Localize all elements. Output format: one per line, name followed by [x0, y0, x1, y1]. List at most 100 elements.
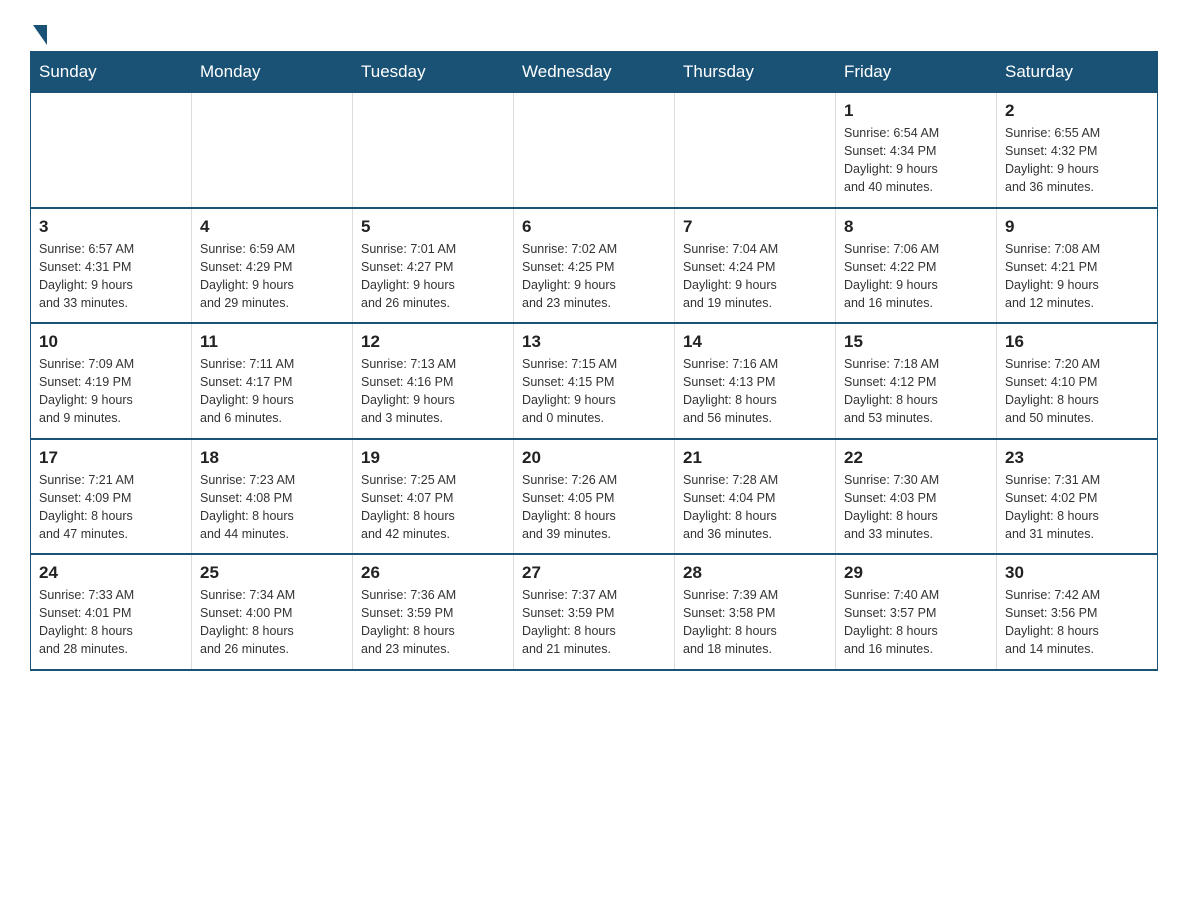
calendar-cell: 18 Sunrise: 7:23 AM Sunset: 4:08 PM Dayli…: [192, 439, 353, 555]
calendar-cell: 30Sunrise: 7:42 AM Sunset: 3:56 PM Dayli…: [997, 554, 1158, 670]
calendar-cell: 12 Sunrise: 7:13 AM Sunset: 4:16 PM Dayli…: [353, 323, 514, 439]
day-info: Sunrise: 7:04 AM Sunset: 4:24 PM Dayligh…: [683, 240, 827, 313]
day-info: Sunrise: 7:16 AM Sunset: 4:13 PM Dayligh…: [683, 355, 827, 428]
calendar-cell: 25Sunrise: 7:34 AM Sunset: 4:00 PM Dayli…: [192, 554, 353, 670]
day-number: 17: [39, 448, 183, 468]
day-number: 9: [1005, 217, 1149, 237]
logo-arrow-icon: [33, 25, 47, 45]
day-number: 25: [200, 563, 344, 583]
day-number: 10: [39, 332, 183, 352]
calendar-cell: 27 Sunrise: 7:37 AM Sunset: 3:59 PM Dayli…: [514, 554, 675, 670]
calendar-cell: [353, 93, 514, 208]
logo: [30, 20, 47, 41]
calendar-cell: 8 Sunrise: 7:06 AM Sunset: 4:22 PM Daylig…: [836, 208, 997, 324]
day-number: 13: [522, 332, 666, 352]
day-info: Sunrise: 7:13 AM Sunset: 4:16 PM Dayligh…: [361, 355, 505, 428]
day-number: 4: [200, 217, 344, 237]
header-wednesday: Wednesday: [514, 52, 675, 93]
day-number: 29: [844, 563, 988, 583]
calendar-cell: 15 Sunrise: 7:18 AM Sunset: 4:12 PM Dayli…: [836, 323, 997, 439]
day-number: 27: [522, 563, 666, 583]
day-number: 5: [361, 217, 505, 237]
calendar-table: Sunday Monday Tuesday Wednesday Thursday…: [30, 51, 1158, 671]
day-info: Sunrise: 7:25 AM Sunset: 4:07 PM Dayligh…: [361, 471, 505, 544]
calendar-cell: 11 Sunrise: 7:11 AM Sunset: 4:17 PM Dayli…: [192, 323, 353, 439]
calendar-week-row: 24Sunrise: 7:33 AM Sunset: 4:01 PM Dayli…: [31, 554, 1158, 670]
calendar-cell: 24Sunrise: 7:33 AM Sunset: 4:01 PM Dayli…: [31, 554, 192, 670]
day-number: 28: [683, 563, 827, 583]
day-info: Sunrise: 7:36 AM Sunset: 3:59 PM Dayligh…: [361, 586, 505, 659]
day-number: 30: [1005, 563, 1149, 583]
header-sunday: Sunday: [31, 52, 192, 93]
calendar-cell: 14 Sunrise: 7:16 AM Sunset: 4:13 PM Dayli…: [675, 323, 836, 439]
day-number: 2: [1005, 101, 1149, 121]
day-number: 7: [683, 217, 827, 237]
day-number: 15: [844, 332, 988, 352]
weekday-header-row: Sunday Monday Tuesday Wednesday Thursday…: [31, 52, 1158, 93]
day-info: Sunrise: 7:08 AM Sunset: 4:21 PM Dayligh…: [1005, 240, 1149, 313]
calendar-cell: 21 Sunrise: 7:28 AM Sunset: 4:04 PM Dayli…: [675, 439, 836, 555]
day-number: 21: [683, 448, 827, 468]
calendar-cell: 29 Sunrise: 7:40 AM Sunset: 3:57 PM Dayli…: [836, 554, 997, 670]
day-info: Sunrise: 7:26 AM Sunset: 4:05 PM Dayligh…: [522, 471, 666, 544]
day-info: Sunrise: 7:39 AM Sunset: 3:58 PM Dayligh…: [683, 586, 827, 659]
header-saturday: Saturday: [997, 52, 1158, 93]
day-number: 23: [1005, 448, 1149, 468]
calendar-cell: [675, 93, 836, 208]
calendar-week-row: 17 Sunrise: 7:21 AM Sunset: 4:09 PM Dayli…: [31, 439, 1158, 555]
day-number: 11: [200, 332, 344, 352]
calendar-cell: [514, 93, 675, 208]
day-info: Sunrise: 7:09 AM Sunset: 4:19 PM Dayligh…: [39, 355, 183, 428]
day-info: Sunrise: 7:28 AM Sunset: 4:04 PM Dayligh…: [683, 471, 827, 544]
calendar-cell: 2 Sunrise: 6:55 AM Sunset: 4:32 PM Daylig…: [997, 93, 1158, 208]
day-number: 1: [844, 101, 988, 121]
day-info: Sunrise: 7:40 AM Sunset: 3:57 PM Dayligh…: [844, 586, 988, 659]
calendar-cell: 6Sunrise: 7:02 AM Sunset: 4:25 PM Daylig…: [514, 208, 675, 324]
calendar-cell: 4Sunrise: 6:59 AM Sunset: 4:29 PM Daylig…: [192, 208, 353, 324]
day-info: Sunrise: 7:02 AM Sunset: 4:25 PM Dayligh…: [522, 240, 666, 313]
calendar-cell: 16Sunrise: 7:20 AM Sunset: 4:10 PM Dayli…: [997, 323, 1158, 439]
day-info: Sunrise: 7:37 AM Sunset: 3:59 PM Dayligh…: [522, 586, 666, 659]
day-number: 26: [361, 563, 505, 583]
header-friday: Friday: [836, 52, 997, 93]
day-info: Sunrise: 6:54 AM Sunset: 4:34 PM Dayligh…: [844, 124, 988, 197]
day-info: Sunrise: 7:15 AM Sunset: 4:15 PM Dayligh…: [522, 355, 666, 428]
calendar-cell: [192, 93, 353, 208]
calendar-cell: 10 Sunrise: 7:09 AM Sunset: 4:19 PM Dayli…: [31, 323, 192, 439]
page-header: [30, 20, 1158, 41]
calendar-cell: 3Sunrise: 6:57 AM Sunset: 4:31 PM Daylig…: [31, 208, 192, 324]
day-info: Sunrise: 7:20 AM Sunset: 4:10 PM Dayligh…: [1005, 355, 1149, 428]
day-info: Sunrise: 7:06 AM Sunset: 4:22 PM Dayligh…: [844, 240, 988, 313]
day-info: Sunrise: 7:30 AM Sunset: 4:03 PM Dayligh…: [844, 471, 988, 544]
day-number: 24: [39, 563, 183, 583]
day-info: Sunrise: 7:18 AM Sunset: 4:12 PM Dayligh…: [844, 355, 988, 428]
calendar-cell: 19 Sunrise: 7:25 AM Sunset: 4:07 PM Dayli…: [353, 439, 514, 555]
calendar-week-row: 10 Sunrise: 7:09 AM Sunset: 4:19 PM Dayli…: [31, 323, 1158, 439]
day-number: 19: [361, 448, 505, 468]
calendar-week-row: 3Sunrise: 6:57 AM Sunset: 4:31 PM Daylig…: [31, 208, 1158, 324]
day-info: Sunrise: 7:21 AM Sunset: 4:09 PM Dayligh…: [39, 471, 183, 544]
calendar-cell: [31, 93, 192, 208]
day-number: 20: [522, 448, 666, 468]
header-monday: Monday: [192, 52, 353, 93]
day-info: Sunrise: 7:31 AM Sunset: 4:02 PM Dayligh…: [1005, 471, 1149, 544]
day-number: 14: [683, 332, 827, 352]
calendar-cell: 28 Sunrise: 7:39 AM Sunset: 3:58 PM Dayli…: [675, 554, 836, 670]
day-info: Sunrise: 7:01 AM Sunset: 4:27 PM Dayligh…: [361, 240, 505, 313]
day-info: Sunrise: 7:11 AM Sunset: 4:17 PM Dayligh…: [200, 355, 344, 428]
header-thursday: Thursday: [675, 52, 836, 93]
calendar-cell: 1 Sunrise: 6:54 AM Sunset: 4:34 PM Daylig…: [836, 93, 997, 208]
calendar-cell: 7 Sunrise: 7:04 AM Sunset: 4:24 PM Daylig…: [675, 208, 836, 324]
calendar-cell: 23 Sunrise: 7:31 AM Sunset: 4:02 PM Dayli…: [997, 439, 1158, 555]
day-info: Sunrise: 7:23 AM Sunset: 4:08 PM Dayligh…: [200, 471, 344, 544]
calendar-cell: 26 Sunrise: 7:36 AM Sunset: 3:59 PM Dayli…: [353, 554, 514, 670]
day-number: 22: [844, 448, 988, 468]
day-info: Sunrise: 6:55 AM Sunset: 4:32 PM Dayligh…: [1005, 124, 1149, 197]
day-info: Sunrise: 6:57 AM Sunset: 4:31 PM Dayligh…: [39, 240, 183, 313]
calendar-cell: 22 Sunrise: 7:30 AM Sunset: 4:03 PM Dayli…: [836, 439, 997, 555]
day-number: 18: [200, 448, 344, 468]
day-number: 12: [361, 332, 505, 352]
header-tuesday: Tuesday: [353, 52, 514, 93]
day-number: 8: [844, 217, 988, 237]
calendar-week-row: 1 Sunrise: 6:54 AM Sunset: 4:34 PM Daylig…: [31, 93, 1158, 208]
